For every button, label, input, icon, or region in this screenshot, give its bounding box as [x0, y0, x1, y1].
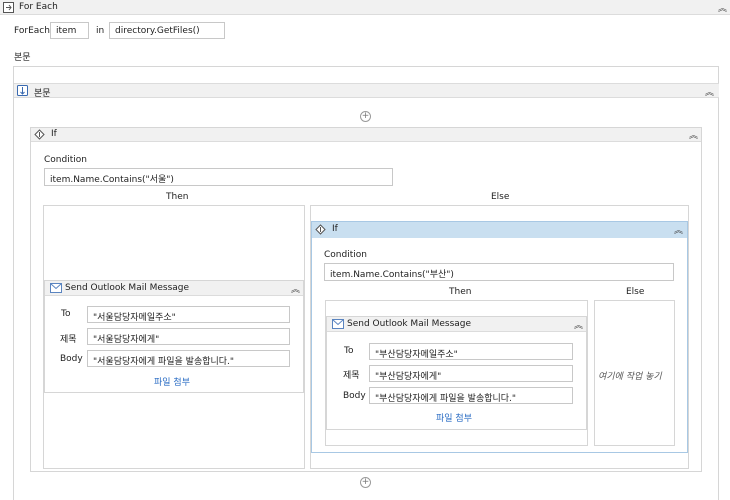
foreach-label: ForEach	[14, 26, 50, 36]
mail1-title: Send Outlook Mail Message	[65, 283, 190, 293]
if2-condition-field[interactable]: item.Name.Contains("부산")	[324, 263, 674, 281]
mail2-subject-label: 제목	[343, 371, 360, 381]
mail2-to-label: To	[344, 346, 354, 356]
if1-else-label: Else	[491, 192, 510, 202]
add-activity-bottom-icon[interactable]: +	[360, 477, 371, 488]
mail-icon	[332, 319, 344, 332]
mail1-subject-label: 제목	[60, 335, 77, 345]
if2-collapse-icon[interactable]: ︽	[674, 223, 683, 236]
if2-else-label: Else	[626, 287, 645, 297]
mail1-to-field[interactable]: "서울담당자메일주소"	[87, 306, 290, 323]
mail2-header[interactable]: Send Outlook Mail Message ︽	[327, 317, 586, 332]
mail1-header[interactable]: Send Outlook Mail Message ︽	[45, 281, 303, 296]
foreach-icon	[3, 2, 14, 16]
drop-placeholder: 여기에 작업 놓기	[598, 372, 662, 382]
mail2-to-field[interactable]: "부산담당자메일주소"	[369, 343, 573, 360]
mail2-body-label: Body	[343, 391, 366, 401]
add-activity-top-icon[interactable]: +	[360, 111, 371, 122]
mail2-attach-link[interactable]: 파일 첨부	[436, 411, 472, 424]
sequence-collapse-icon[interactable]: ︽	[705, 85, 714, 98]
if2-title: If	[332, 224, 338, 234]
mail1-to-label: To	[61, 309, 71, 319]
if2-header[interactable]: If ︽	[312, 222, 687, 238]
mail-icon	[50, 283, 62, 296]
mail1-collapse-icon[interactable]: ︽	[291, 282, 300, 295]
foreach-item-field[interactable]: item	[50, 22, 89, 39]
foreach-body-label: 본문	[14, 53, 31, 63]
mail2-body-field[interactable]: "부산담당자에게 파일을 발송합니다."	[369, 387, 573, 404]
foreach-header[interactable]: For Each ︽	[0, 0, 730, 15]
mail2-collapse-icon[interactable]: ︽	[574, 318, 583, 331]
if1-icon	[34, 129, 45, 143]
sequence-header[interactable]: 본문 ︽	[14, 83, 719, 99]
mail1-subject-field[interactable]: "서울담당자에게"	[87, 328, 290, 345]
mail1-attach-link[interactable]: 파일 첨부	[154, 375, 190, 388]
mail2-subject-field[interactable]: "부산담당자에게"	[369, 365, 573, 382]
foreach-in-label: in	[96, 26, 105, 36]
foreach-title: For Each	[19, 2, 58, 12]
sequence-title: 본문	[34, 89, 51, 99]
if2-condition-label: Condition	[324, 250, 367, 260]
foreach-collection-field[interactable]: directory.GetFiles()	[109, 22, 225, 39]
foreach-collapse-icon[interactable]: ︽	[718, 1, 727, 14]
if1-collapse-icon[interactable]: ︽	[689, 128, 698, 141]
if1-header[interactable]: If ︽	[31, 128, 701, 142]
if1-condition-field[interactable]: item.Name.Contains("서울")	[44, 168, 393, 186]
if1-title: If	[51, 129, 57, 139]
mail1-body-label: Body	[60, 354, 83, 364]
if2-icon	[315, 224, 326, 238]
mail2-title: Send Outlook Mail Message	[347, 319, 472, 329]
if1-then-label: Then	[166, 192, 189, 202]
sequence-icon	[17, 85, 28, 99]
if1-condition-label: Condition	[44, 155, 87, 165]
if2-then-label: Then	[449, 287, 472, 297]
mail1-body-field[interactable]: "서울담당자에게 파일을 발송합니다."	[87, 350, 290, 367]
